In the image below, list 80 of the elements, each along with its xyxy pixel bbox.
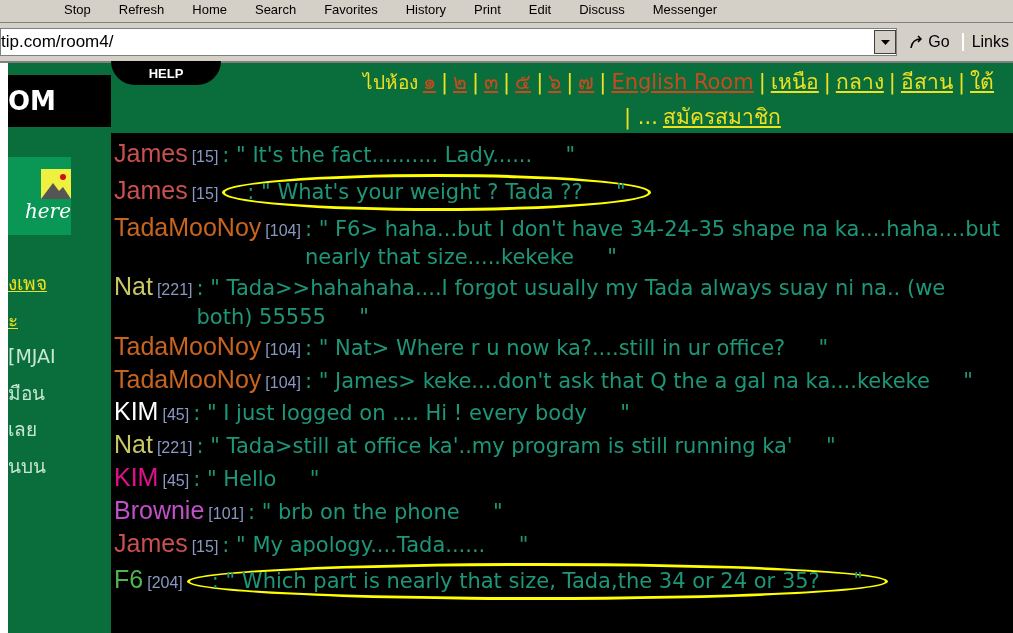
user-id: [221] <box>156 280 193 301</box>
chat-username: Nat <box>114 430 153 459</box>
message-text: : " Nat> Where r u now ka?....still in ur office? " <box>304 334 830 362</box>
go-button[interactable]: Go <box>903 33 956 51</box>
chat-username: Nat <box>114 272 153 301</box>
separator: | <box>440 70 448 94</box>
toolbar-button[interactable]: Edit <box>528 2 552 17</box>
sidebar-text: มือน <box>8 380 46 406</box>
message-text: : " What's your weight ? Tada ?? " <box>247 178 626 206</box>
caret-icon <box>880 39 890 45</box>
sidebar-link[interactable]: งเพจ <box>8 269 111 298</box>
message-text: : " Hello " <box>193 465 321 493</box>
separator: | <box>503 70 511 94</box>
toolbar-button[interactable]: Home <box>192 2 227 17</box>
separator: | <box>758 70 766 94</box>
sidebar-text: เลย <box>8 417 38 442</box>
chat-username: James <box>114 175 188 205</box>
banner-text: here <box>24 199 71 223</box>
user-id: [45] <box>162 405 190 426</box>
message-text: : " brb on the phone " <box>247 498 504 526</box>
user-id: [221] <box>156 438 193 459</box>
separator: | <box>888 70 896 94</box>
chat-username: F6 <box>114 565 144 595</box>
message-text: : " It's the fact.......... Lady...... " <box>222 142 577 169</box>
message-text: : " Tada>still at office ka'..my program is still running ka' " <box>196 433 837 461</box>
chat-username: TadaMooNoy <box>114 212 262 242</box>
chat-username: Brownie <box>114 495 205 525</box>
user-id: [15] <box>191 147 219 167</box>
user-id: [101] <box>208 503 244 524</box>
mountain-icon <box>41 169 71 199</box>
toolbar-button[interactable]: History <box>405 2 447 17</box>
user-id: [104] <box>265 339 301 360</box>
room-link[interactable]: กลาง <box>835 65 884 98</box>
user-id: [104] <box>265 372 301 393</box>
message-text: : " Tada>>hahahaha....I forgot usually my Tada always suay ni na.. (we both) 55555 " <box>196 275 947 331</box>
room-link[interactable]: อีสาน <box>900 65 953 98</box>
chat-username: KIM <box>114 462 159 492</box>
user-id: [15] <box>191 536 219 557</box>
user-id: [204] <box>147 573 183 594</box>
address-field[interactable]: tip.com/room4/ <box>0 28 898 56</box>
toolbar-button[interactable]: Messenger <box>652 2 718 17</box>
separator: | <box>472 70 480 94</box>
separator: | <box>599 70 607 94</box>
links-button[interactable]: Links <box>961 33 1013 51</box>
toolbar-button[interactable]: Refresh <box>118 2 165 17</box>
message-text: : " James> keke....don't ask that Q the a gal na ka....kekeke " <box>304 367 974 395</box>
toolbar-button[interactable]: Discuss <box>579 2 625 17</box>
message-text: : " F6> haha...but I don't have 34-24-35 shape na ka....haha....but nearly that size.....kekeke " <box>304 215 1002 272</box>
message-text: : " I just logged on .... Hi ! every body " <box>193 400 631 428</box>
ellipsis-text: | ... <box>624 105 658 129</box>
separator: | <box>957 70 965 94</box>
user-id: [104] <box>265 220 301 241</box>
dropdown-button[interactable] <box>874 30 897 54</box>
toolbar-button[interactable]: Favorites <box>324 2 378 17</box>
message-text: : " My apology....Tada...... " <box>222 531 530 559</box>
chat-username: TadaMooNoy <box>114 364 262 394</box>
sidebar-text: [MJAI <box>8 344 57 369</box>
help-button[interactable]: HELP <box>111 61 221 85</box>
signup-link[interactable]: สมัครสมาชิก <box>662 100 781 133</box>
sidebar-link[interactable]: ะ <box>8 305 111 334</box>
banner-link[interactable]: here <box>8 157 71 235</box>
user-id: [15] <box>191 183 219 204</box>
sidebar-text: นบน <box>8 453 47 479</box>
toolbar-button[interactable]: Search <box>254 2 297 17</box>
toolbar-button[interactable]: Print <box>474 2 501 17</box>
chat-username: KIM <box>114 397 159 427</box>
user-id: [45] <box>162 470 190 491</box>
room-link[interactable]: เหนือ <box>770 65 819 98</box>
goto-label: ไปห้อง <box>362 70 418 95</box>
room-link[interactable]: ใต้ <box>970 65 994 98</box>
chat-username: TadaMooNoy <box>114 331 262 361</box>
separator: | <box>823 70 831 94</box>
message-text: : " Which part is nearly that size, Tada,the 34 or 24 or 35? " <box>211 568 863 596</box>
separator: | <box>536 70 544 94</box>
site-logo: OM <box>8 75 111 127</box>
chat-username: James <box>114 139 188 168</box>
address-text: tip.com/room4/ <box>1 32 114 52</box>
separator: | <box>566 70 574 94</box>
toolbar-button[interactable]: Stop <box>64 2 91 17</box>
chat-username: James <box>114 528 188 558</box>
